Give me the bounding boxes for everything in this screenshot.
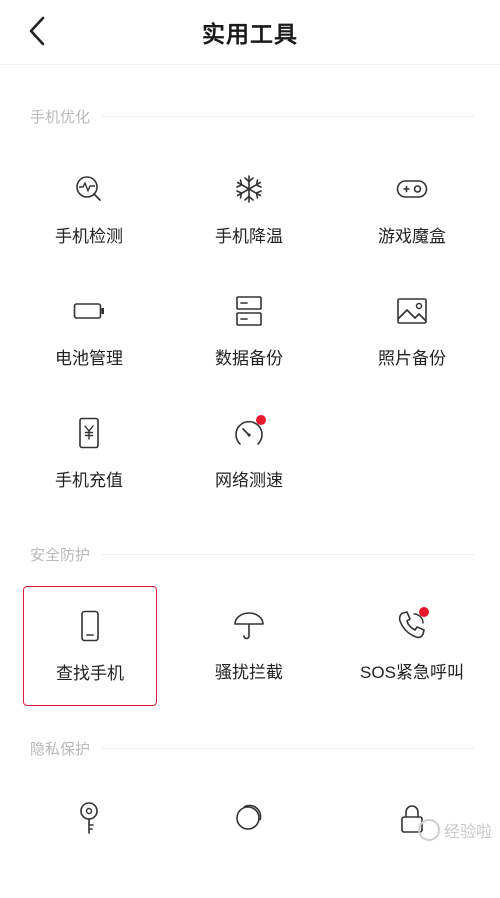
watermark-text: 经验啦 bbox=[443, 824, 492, 841]
watermark-logo-icon bbox=[417, 819, 440, 841]
section-divider bbox=[102, 116, 474, 117]
section-title-privacy: 隐私保护 bbox=[30, 741, 91, 758]
tool-game-box[interactable]: 游戏魔盒 bbox=[345, 150, 479, 270]
tool-label: 照片备份 bbox=[378, 349, 446, 368]
tool-phone-check[interactable]: 手机检测 bbox=[22, 150, 156, 270]
data-backup-icon bbox=[236, 296, 262, 326]
notification-badge bbox=[256, 415, 266, 425]
tool-photo-backup[interactable]: 照片备份 bbox=[345, 272, 479, 392]
photo-icon bbox=[397, 298, 427, 324]
tool-label: 电池管理 bbox=[55, 349, 123, 368]
tool-label: 网络测速 bbox=[215, 471, 283, 490]
watermark: 经验啦 bbox=[417, 818, 492, 842]
phone-recharge-icon bbox=[79, 417, 99, 449]
tool-label: 手机充值 bbox=[55, 471, 123, 490]
section-title-security: 安全防护 bbox=[30, 547, 91, 564]
tool-sos-call[interactable]: SOS紧急呼叫 bbox=[345, 586, 479, 706]
tool-label: 骚扰拦截 bbox=[215, 663, 283, 682]
tool-label: SOS紧急呼叫 bbox=[360, 663, 464, 682]
phone-check-icon bbox=[76, 176, 101, 201]
section-title-optimize: 手机优化 bbox=[30, 109, 91, 126]
section-divider bbox=[102, 748, 474, 749]
tool-label: 手机检测 bbox=[55, 227, 123, 246]
tool-find-phone[interactable]: 查找手机 bbox=[23, 586, 157, 706]
circles-icon bbox=[236, 804, 262, 830]
tool-phone-cool[interactable]: 手机降温 bbox=[182, 150, 316, 270]
tool-label: 手机降温 bbox=[215, 227, 283, 246]
page-title: 实用工具 bbox=[202, 21, 298, 47]
key-icon bbox=[80, 802, 98, 834]
tool-battery[interactable]: 电池管理 bbox=[22, 272, 156, 392]
tool-privacy-key[interactable] bbox=[22, 778, 156, 898]
tool-privacy-circles[interactable] bbox=[182, 778, 316, 898]
tool-label: 查找手机 bbox=[56, 664, 124, 683]
tool-data-backup[interactable]: 数据备份 bbox=[182, 272, 316, 392]
notification-badge bbox=[419, 607, 429, 617]
tool-label: 数据备份 bbox=[215, 349, 283, 368]
tool-phone-recharge[interactable]: 手机充值 bbox=[22, 394, 156, 514]
phone-icon bbox=[81, 610, 99, 642]
app-header: 实用工具 bbox=[0, 0, 500, 65]
tool-speed-test[interactable]: 网络测速 bbox=[182, 394, 316, 514]
battery-icon bbox=[73, 303, 104, 319]
tool-label: 游戏魔盒 bbox=[378, 227, 446, 246]
snowflake-icon bbox=[236, 175, 262, 203]
tool-harassment-block[interactable]: 骚扰拦截 bbox=[182, 586, 316, 706]
section-divider bbox=[102, 554, 474, 555]
umbrella-icon bbox=[234, 612, 264, 640]
gamepad-icon bbox=[396, 180, 428, 198]
